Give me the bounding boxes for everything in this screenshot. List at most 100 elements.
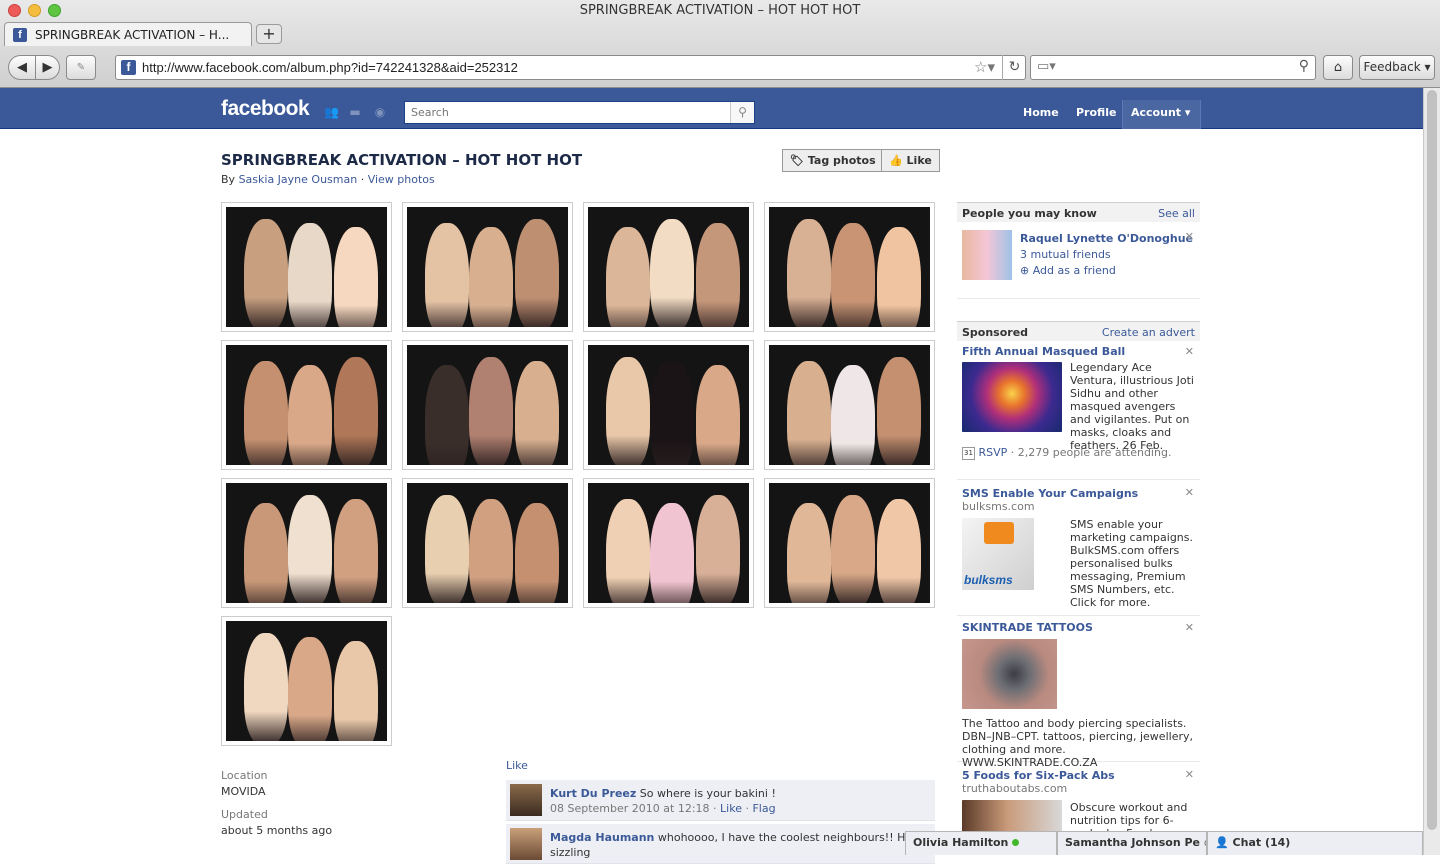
see-all-link[interactable]: See all [1158, 207, 1195, 220]
chat-toggle[interactable]: 👤 Chat (14) [1207, 831, 1423, 855]
like-link[interactable]: Like [506, 759, 528, 772]
photo-figure [877, 227, 921, 327]
ad-title-link[interactable]: 5 Foods for Six-Pack Abs [962, 769, 1195, 782]
nav-profile-link[interactable]: Profile [1068, 100, 1124, 128]
back-arrow-icon: ◀ [17, 60, 27, 75]
ad-text: Legendary Ace Ventura, illustrious Joti … [1070, 361, 1194, 452]
pymk-photo[interactable] [962, 230, 1012, 280]
comment-time: 08 September 2010 at 12:18 [550, 802, 710, 815]
bulksms-logo-text: bulksms [964, 573, 1013, 587]
notifications-globe-icon[interactable]: ◉ [373, 106, 387, 119]
photo-thumbnail[interactable] [583, 340, 754, 470]
photo-thumbnail[interactable] [764, 478, 935, 608]
comment-author-link[interactable]: Magda Haumann [550, 831, 654, 844]
photo-figure [425, 365, 469, 465]
back-button[interactable]: ◀ [8, 55, 36, 80]
photo-thumbnail[interactable] [764, 202, 935, 332]
photo-figure [515, 361, 559, 465]
photo-figure [606, 227, 650, 327]
ad-title-link[interactable]: SMS Enable Your Campaigns [962, 487, 1195, 500]
calendar-icon: 31 [962, 446, 975, 460]
photo-image [226, 621, 387, 741]
ad-image[interactable] [962, 362, 1062, 432]
photo-thumbnail[interactable] [221, 202, 392, 332]
close-icon[interactable]: ✕ [1185, 230, 1194, 243]
photo-figure [831, 223, 875, 327]
photo-thumbnail[interactable] [583, 478, 754, 608]
comment-like-link[interactable]: Like [720, 802, 742, 815]
facebook-search: ⚲ [404, 101, 755, 124]
photo-thumbnail[interactable] [221, 340, 392, 470]
tag-photos-button[interactable]: 🏷 Tag photos [782, 149, 884, 172]
reload-icon[interactable]: ↻ [1002, 55, 1026, 80]
ad-image[interactable] [962, 639, 1057, 709]
nav-account-menu[interactable]: Account ▾ [1122, 100, 1201, 129]
rsvp-link[interactable]: RSVP [979, 446, 1008, 459]
ad-domain: bulksms.com [962, 500, 1035, 513]
online-icon [1012, 839, 1020, 846]
add-friend-link[interactable]: ⊕ Add as a friend [1020, 264, 1116, 277]
chat-tab-samantha[interactable]: Samantha Johnson Pe o [1057, 831, 1207, 855]
ad-image[interactable]: bulksms [962, 518, 1034, 590]
comment-author-link[interactable]: Kurt Du Preez [550, 787, 636, 800]
chat-tab-olivia[interactable]: Olivia Hamilton [905, 831, 1057, 855]
browser-search-field[interactable]: ▭▾ ⚲ [1030, 55, 1316, 80]
photo-thumbnail[interactable] [764, 340, 935, 470]
author-link[interactable]: Saskia Jayne Ousman [239, 173, 358, 186]
messages-icon[interactable]: ▬ [348, 106, 362, 119]
like-label: Like [906, 154, 932, 167]
home-button[interactable]: ⌂ [1323, 55, 1353, 80]
star-icon[interactable]: ☆▾ [974, 58, 995, 76]
new-tab-button[interactable]: + [256, 24, 282, 44]
close-icon[interactable]: ✕ [1185, 345, 1194, 358]
photo-thumbnail[interactable] [221, 478, 392, 608]
forward-arrow-icon: ▶ [42, 60, 53, 75]
magnifier-icon[interactable]: ⚲ [1299, 58, 1309, 74]
forward-button[interactable]: ▶ [35, 55, 60, 80]
pymk-card: Raquel Lynette O'Donoghue ✕ 3 mutual fri… [957, 222, 1200, 299]
view-photos-link[interactable]: View photos [368, 173, 435, 186]
close-icon[interactable]: ✕ [1185, 768, 1194, 781]
address-bar[interactable]: f http://www.facebook.com/album.php?id=7… [115, 55, 1026, 80]
toolbar-button[interactable]: ✎ [66, 55, 96, 80]
browser-tab[interactable]: f SPRINGBREAK ACTIVATION – H... [4, 22, 252, 46]
photo-image [226, 207, 387, 327]
ad-image[interactable] [962, 800, 1062, 834]
photo-thumbnail[interactable] [402, 478, 573, 608]
ad-title-link[interactable]: SKINTRADE TATTOOS [962, 621, 1195, 634]
photo-thumbnail[interactable] [402, 202, 573, 332]
photo-figure [696, 223, 740, 327]
photo-figure [606, 357, 650, 465]
like-album-button[interactable]: 👍 Like [881, 149, 940, 172]
search-engine-icon[interactable]: ▭▾ [1037, 59, 1056, 74]
scrollbar-thumb[interactable] [1427, 90, 1437, 830]
nav-home-link[interactable]: Home [1015, 100, 1067, 128]
photo-thumbnail[interactable] [583, 202, 754, 332]
photo-figure [650, 219, 694, 327]
ad-title-link[interactable]: Fifth Annual Masqued Ball [962, 345, 1195, 358]
close-icon[interactable]: ✕ [1185, 486, 1194, 499]
photo-figure [650, 503, 694, 603]
sponsored-header: Sponsored Create an advert [957, 321, 1200, 341]
pymk-name-link[interactable]: Raquel Lynette O'Donoghue [1020, 232, 1193, 245]
search-input[interactable] [405, 102, 725, 123]
photo-thumbnail[interactable] [402, 340, 573, 470]
avatar[interactable] [510, 784, 542, 816]
photo-figure [244, 633, 288, 741]
facebook-logo[interactable]: facebook [221, 97, 310, 121]
create-advert-link[interactable]: Create an advert [1102, 326, 1195, 339]
comment-flag-link[interactable]: Flag [752, 802, 775, 815]
photo-figure [288, 365, 332, 465]
feedback-button[interactable]: Feedback ▾ [1359, 55, 1435, 80]
photo-image [407, 483, 568, 603]
feedback-label: Feedback [1363, 60, 1421, 74]
close-icon[interactable]: ✕ [1185, 621, 1194, 634]
photo-figure [244, 361, 288, 465]
avatar[interactable] [510, 828, 542, 860]
page-scrollbar[interactable] [1423, 88, 1440, 855]
ad-bulksms: SMS Enable Your Campaigns ✕ bulksms.com … [957, 480, 1200, 616]
search-icon[interactable]: ⚲ [730, 102, 754, 123]
photo-thumbnail[interactable] [221, 616, 392, 746]
friend-requests-icon[interactable]: 👥 [324, 106, 339, 119]
mutual-friends-link[interactable]: 3 mutual friends [1020, 248, 1111, 261]
